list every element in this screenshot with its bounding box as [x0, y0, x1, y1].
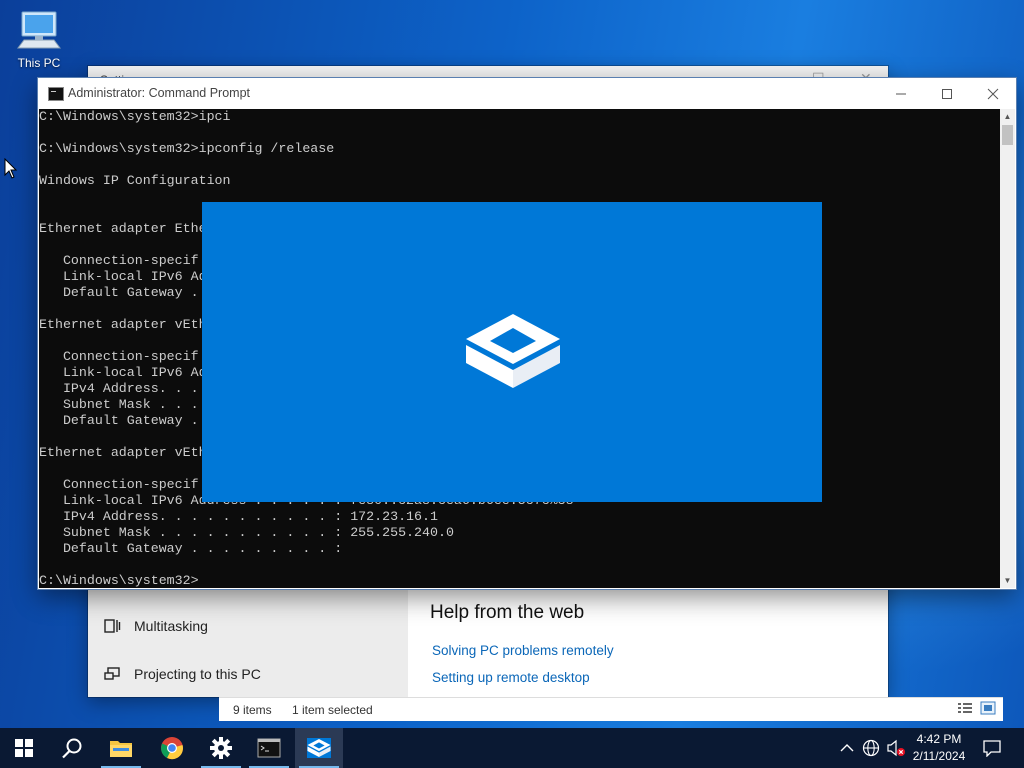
taskbar-chrome[interactable] [148, 728, 196, 768]
sidebar-item-multitasking[interactable]: Multitasking [102, 611, 208, 641]
projecting-icon [102, 664, 122, 684]
chrome-icon [161, 737, 183, 760]
tray-clock[interactable]: 4:42 PM 2/11/2024 [906, 731, 972, 765]
show-hidden-icons-button[interactable] [838, 738, 856, 758]
network-tray-button[interactable] [861, 738, 881, 758]
action-center-button[interactable] [980, 738, 1004, 758]
volume-tray-button[interactable] [885, 738, 907, 758]
cmd-app-icon [48, 87, 64, 101]
clock-date: 2/11/2024 [912, 749, 966, 763]
console-line: C:\Windows\system32> [39, 573, 199, 588]
mouse-cursor-icon [4, 157, 18, 183]
chevron-up-icon [840, 744, 854, 752]
taskbar-settings[interactable] [197, 728, 245, 768]
taskbar: 4:42 PM 2/11/2024 [0, 728, 1024, 768]
scroll-up-icon[interactable]: ▲ [1000, 109, 1015, 124]
folder-icon [110, 741, 132, 757]
details-view-icon[interactable] [957, 701, 973, 718]
sidebar-item-label: Projecting to this PC [134, 666, 261, 682]
globe-network-icon [862, 739, 880, 757]
console-scrollbar[interactable]: ▲ ▼ [1000, 109, 1015, 588]
scroll-down-icon[interactable]: ▼ [1000, 573, 1015, 588]
status-items-count: 9 items [233, 703, 272, 717]
taskbar-windows-sandbox[interactable] [295, 728, 343, 768]
help-link-remote-desktop[interactable]: Setting up remote desktop [432, 670, 590, 685]
cmd-icon [257, 738, 281, 758]
sidebar-item-projecting[interactable]: Projecting to this PC [102, 659, 261, 689]
windows-start-icon [15, 739, 33, 757]
console-line: Windows IP Configuration [39, 173, 231, 188]
help-section-title: Help from the web [430, 602, 585, 623]
console-line: Subnet Mask . . . . . . . . . . . : 255.… [39, 525, 454, 540]
windows-sandbox-splash [202, 202, 822, 502]
desktop-icon-label: This PC [17, 56, 61, 70]
sidebar-item-label: Multitasking [134, 618, 208, 634]
maximize-button[interactable] [924, 78, 970, 109]
notification-icon [983, 740, 1001, 757]
this-pc-icon [17, 11, 61, 49]
maximize-icon [942, 88, 952, 99]
taskbar-search-button[interactable] [48, 728, 96, 768]
taskbar-file-explorer[interactable] [97, 728, 145, 768]
clock-time: 4:42 PM [916, 732, 962, 746]
search-icon [62, 738, 82, 759]
minimize-button[interactable] [878, 78, 924, 109]
console-line: IPv4 Address. . . . . . . . . . . : 172.… [39, 509, 438, 524]
scrollbar-thumb[interactable] [1002, 125, 1013, 145]
large-icons-view-icon[interactable] [980, 701, 996, 718]
cmd-window-title: Administrator: Command Prompt [68, 86, 251, 100]
volume-muted-icon [887, 739, 905, 757]
console-line: C:\Windows\system32>ipci [39, 109, 231, 124]
close-icon [987, 88, 999, 99]
explorer-status-bar: 9 items 1 item selected [219, 697, 1003, 721]
help-link-remote-problems[interactable]: Solving PC problems remotely [432, 643, 614, 658]
console-line: Default Gateway . . . . . . . . . : [39, 541, 343, 556]
windows-sandbox-logo-icon [466, 314, 560, 388]
gear-icon [210, 737, 232, 759]
desktop-icon-this-pc[interactable]: This PC [12, 8, 66, 70]
minimize-icon [896, 93, 906, 94]
cmd-titlebar[interactable]: Administrator: Command Prompt [38, 78, 1016, 109]
sandbox-icon [307, 738, 331, 758]
close-button[interactable] [970, 78, 1016, 109]
start-button[interactable] [0, 728, 48, 768]
taskbar-command-prompt[interactable] [245, 728, 293, 768]
status-selection: 1 item selected [292, 703, 373, 717]
multitasking-icon [102, 616, 122, 636]
console-line: C:\Windows\system32>ipconfig /release [39, 141, 335, 156]
